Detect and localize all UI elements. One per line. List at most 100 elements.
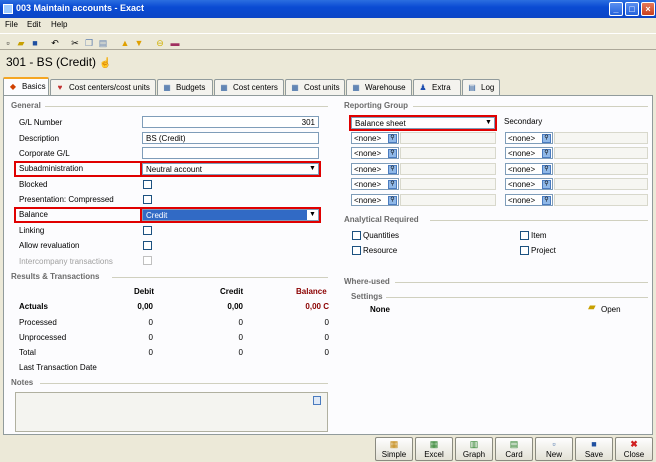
warehouse-icon: ▦ [352,83,360,92]
undo-icon[interactable]: ↶ [50,38,60,48]
tab-cost-units[interactable]: ▦ Cost units [285,79,345,95]
reporting-level-6-field[interactable]: <none> ⚲ [351,194,399,206]
reporting-level-5-field[interactable]: <none> ⚲ [351,178,399,190]
app-icon [3,4,13,14]
secondary-level-1-field[interactable]: <none> ⚲ [505,132,553,144]
close-window-button[interactable]: × [641,2,655,16]
processed-label: Processed [19,318,57,327]
menu-help[interactable]: Help [51,20,67,29]
blocked-checkbox[interactable] [143,180,152,189]
tab-log[interactable]: ▤ Log [462,79,500,95]
new-doc-icon[interactable]: ▫ [3,38,13,48]
copy-icon[interactable]: ❐ [84,38,94,48]
graph-icon: ▥ [469,439,479,449]
link-icon[interactable]: ⊖ [155,38,165,48]
close-button[interactable]: ✖ Close [615,437,653,461]
processed-credit: 0 [238,318,243,327]
menu-edit[interactable]: Edit [27,20,41,29]
subadministration-select[interactable]: Neutral account ▼ [140,161,321,177]
notes-textarea[interactable] [15,392,328,432]
new-button[interactable]: ▫ New [535,437,573,461]
secondary-level-2-field[interactable]: <none> ⚲ [505,147,553,159]
chevron-down-icon[interactable]: ▼ [307,210,318,220]
presentation-compressed-checkbox[interactable] [143,195,152,204]
project-checkbox[interactable] [520,246,529,255]
open-link[interactable]: Open [601,305,621,314]
reporting-level-3-field[interactable]: <none> ⚲ [351,147,399,159]
graph-button[interactable]: ▥ Graph [455,437,493,461]
resource-checkbox[interactable] [352,246,361,255]
settings-value: None [370,305,390,314]
cost-icon: ♥ [57,83,63,92]
pin-icon[interactable]: ☝ [99,58,111,69]
reporting-level-4-field[interactable]: <none> ⚲ [351,163,399,175]
secondary-level-4-description [554,178,648,190]
reporting-group-select[interactable]: Balance sheet ▼ [349,115,497,131]
window-title: 003 Maintain accounts - Exact [16,3,145,13]
search-icon[interactable]: ⚲ [388,165,397,174]
reporting-level-2-field[interactable]: <none> ⚲ [351,132,399,144]
paste-icon[interactable]: ▤ [98,38,108,48]
save-disk-icon: ■ [591,439,597,449]
gl-number-field[interactable]: 301 [142,116,319,128]
simple-button[interactable]: ▦ Simple [375,437,413,461]
divider [386,297,648,298]
secondary-level-5-field[interactable]: <none> ⚲ [505,194,553,206]
search-icon[interactable]: ⚲ [388,196,397,205]
col-credit: Credit [220,287,244,296]
description-field[interactable]: BS (Credit) [142,132,319,144]
open-folder-icon[interactable]: ▰ [588,302,596,313]
chevron-down-icon[interactable]: ▼ [307,164,318,174]
menu-file[interactable]: File [5,20,18,29]
search-icon[interactable]: ⚲ [542,149,551,158]
last-transaction-date-label: Last Transaction Date [19,363,97,372]
tab-extra[interactable]: ♟ Extra [413,79,461,95]
secondary-level-5-description [554,194,648,206]
secondary-level-4-field[interactable]: <none> ⚲ [505,178,553,190]
excel-icon: ▦ [429,439,439,449]
search-icon[interactable]: ⚲ [388,134,397,143]
arrow-up-icon[interactable]: ▲ [120,38,130,48]
resource-label: Resource [363,246,398,255]
notes-edit-icon[interactable] [313,396,321,405]
title-bar: 003 Maintain accounts - Exact _ □ × [0,0,656,18]
search-icon[interactable]: ⚲ [542,180,551,189]
tab-basics[interactable]: ◆ Basics [3,77,49,96]
card-button[interactable]: ▤ Card [495,437,533,461]
tab-warehouse[interactable]: ▦ Warehouse [346,79,412,95]
tab-cost-centers[interactable]: ▦ Cost centers [214,79,284,95]
reporting-level-4-description [400,163,496,175]
item-label: Item [531,231,547,240]
allow-revaluation-checkbox[interactable] [143,241,152,250]
minimize-button[interactable]: _ [609,2,623,16]
search-icon[interactable]: ⚲ [388,180,397,189]
excel-button[interactable]: ▦ Excel [415,437,453,461]
chevron-down-icon[interactable]: ▼ [483,118,494,128]
save-button[interactable]: ■ Save [575,437,613,461]
divider [395,282,648,283]
secondary-level-3-field[interactable]: <none> ⚲ [505,163,553,175]
maximize-button[interactable]: □ [625,2,639,16]
tab-budgets[interactable]: ▦ Budgets [157,79,213,95]
arrow-down-icon[interactable]: ▼ [134,38,144,48]
book-icon[interactable]: ▬ [170,38,180,48]
save-disk-icon[interactable]: ■ [30,38,40,48]
search-icon[interactable]: ⚲ [542,196,551,205]
search-icon[interactable]: ⚲ [542,165,551,174]
linking-checkbox[interactable] [143,226,152,235]
tab-cost-centers-cost-units[interactable]: ♥ Cost centers/cost units [50,79,156,95]
unprocessed-credit: 0 [238,333,243,342]
balance-select[interactable]: Credit ▼ [140,207,321,223]
quantities-checkbox[interactable] [352,231,361,240]
search-icon[interactable]: ⚲ [542,134,551,143]
search-icon[interactable]: ⚲ [388,149,397,158]
cost-centers-icon: ▦ [220,83,228,92]
cut-icon[interactable]: ✂ [70,38,80,48]
corporate-gl-field[interactable] [142,147,319,159]
total-label: Total [19,348,36,357]
secondary-level-3-description [554,163,648,175]
item-checkbox[interactable] [520,231,529,240]
simple-icon: ▦ [389,439,399,449]
quantities-label: Quantities [363,231,400,240]
open-folder-icon[interactable]: ▰ [16,38,26,48]
